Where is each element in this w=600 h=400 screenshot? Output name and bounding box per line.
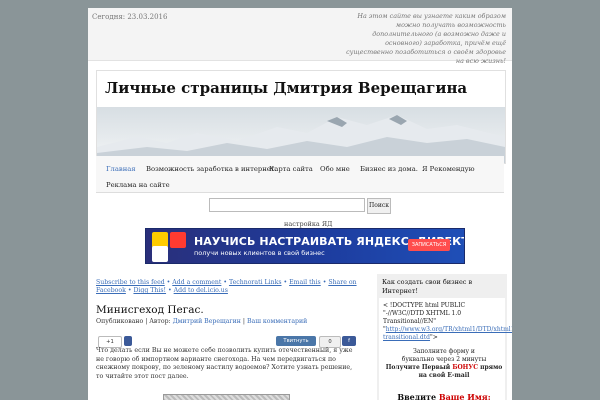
search-button[interactable]: Поиск — [367, 198, 391, 214]
post-image — [163, 394, 290, 400]
enter-label: Введите — [397, 392, 437, 400]
sidebar-promo: Заполните форму и буквально через 2 мину… — [383, 348, 505, 380]
site-header: Личные страницы Дмитрия Верещагина — [96, 70, 506, 164]
nav-item-sitemap[interactable]: Карта сайта — [269, 165, 313, 173]
sidebar-doctype: < !DOCTYPE html PUBLIC "-//W3C//DTD XHTM… — [383, 302, 512, 342]
ad-settings-label[interactable]: настройка ЯД — [284, 220, 332, 228]
sidebar-title: Как создать свои бизнес в Интернет! — [382, 278, 473, 295]
share-technorati[interactable]: Technorati Links — [229, 279, 282, 286]
mountain-banner — [97, 107, 505, 163]
nav-item-home[interactable]: Главная — [106, 165, 136, 173]
share-comment[interactable]: Add a comment — [172, 279, 221, 286]
share-links: Subscribe to this feed • Add a comment •… — [96, 279, 357, 294]
nav-item-recommend[interactable]: Я Рекомендую — [422, 165, 475, 173]
nav-item-home-business[interactable]: Бизнес из дома. — [360, 165, 418, 173]
promo-get-first: Получите Первый — [385, 364, 451, 371]
ad-subtitle: получи новых клиентов в свой бизнес — [194, 249, 325, 257]
ad-square-white — [152, 246, 168, 262]
ad-square-red — [170, 232, 186, 248]
post-title[interactable]: Минисгеход Пегас. — [96, 304, 204, 316]
nav-item-advertising[interactable]: Реклама на сайте — [106, 181, 170, 189]
sidebar: Как создать свои бизнес в Интернет! < !D… — [377, 274, 512, 400]
post-meta: Опубликовано | Автор: Дмитрий Верещагин … — [96, 318, 308, 325]
share-delicious[interactable]: Add to del.icio.us — [174, 287, 228, 294]
your-name-label: Ваше Имя: — [438, 392, 491, 400]
doctype-text: < !DOCTYPE html PUBLIC "-//W3C//DTD XHTM… — [383, 302, 466, 325]
page: Сегодня: 23.03.2016 На этом сайте вы узн… — [88, 8, 512, 400]
site-tagline: На этом сайте вы узнаете каким образом м… — [346, 12, 506, 65]
current-date: Сегодня: 23.03.2016 — [92, 13, 168, 21]
share-small-button[interactable] — [124, 336, 132, 346]
nav-item-earnings[interactable]: Возможность заработка в интернет. — [146, 165, 277, 173]
doctype-link[interactable]: http://www.w3.org/TR/xhtml1/DTD/xhtml1-t… — [383, 326, 512, 341]
ad-cta-button[interactable]: ЗАПИСАТЬСЯ — [408, 239, 450, 251]
ad-banner[interactable]: НАУЧИСЬ НАСТРАИВАТЬ ЯНДЕКС. ДИРЕКТ получ… — [145, 228, 465, 264]
tweet-button[interactable]: Твитнуть — [276, 336, 316, 346]
post-published-label: Опубликовано | Автор: — [96, 318, 171, 325]
enter-name-label: Введите Ваше Имя: — [383, 392, 505, 400]
share-email[interactable]: Email this — [289, 279, 321, 286]
search-row: Поиск — [96, 195, 504, 217]
nav-item-about[interactable]: Обо мне — [320, 165, 350, 173]
top-bar: Сегодня: 23.03.2016 На этом сайте вы узн… — [88, 8, 512, 65]
promo-line-1: Заполните форму и — [413, 348, 475, 355]
main-nav: Главная Возможность заработка в интернет… — [96, 156, 504, 193]
post-author-link[interactable]: Дмитрий Верещагин — [173, 318, 241, 325]
sidebar-form-box: < !DOCTYPE html PUBLIC "-//W3C//DTD XHTM… — [379, 298, 512, 400]
share-subscribe[interactable]: Subscribe to this feed — [96, 279, 165, 286]
promo-line-3: Получите Первый БОНУС прямо на свой E-ma… — [383, 364, 505, 380]
post-body: Что делать если Вы не можете себе позвол… — [96, 347, 353, 380]
facebook-icon[interactable]: f — [342, 336, 356, 346]
promo-bonus: БОНУС — [452, 364, 478, 371]
site-title[interactable]: Личные страницы Дмитрия Верещагина — [105, 79, 467, 97]
promo-line-2: буквально через 2 минуты — [401, 356, 487, 363]
post-comment-link[interactable]: Ваш комментарий — [247, 318, 307, 325]
search-input[interactable] — [209, 198, 365, 212]
share-digg[interactable]: Digg This! — [133, 287, 166, 294]
